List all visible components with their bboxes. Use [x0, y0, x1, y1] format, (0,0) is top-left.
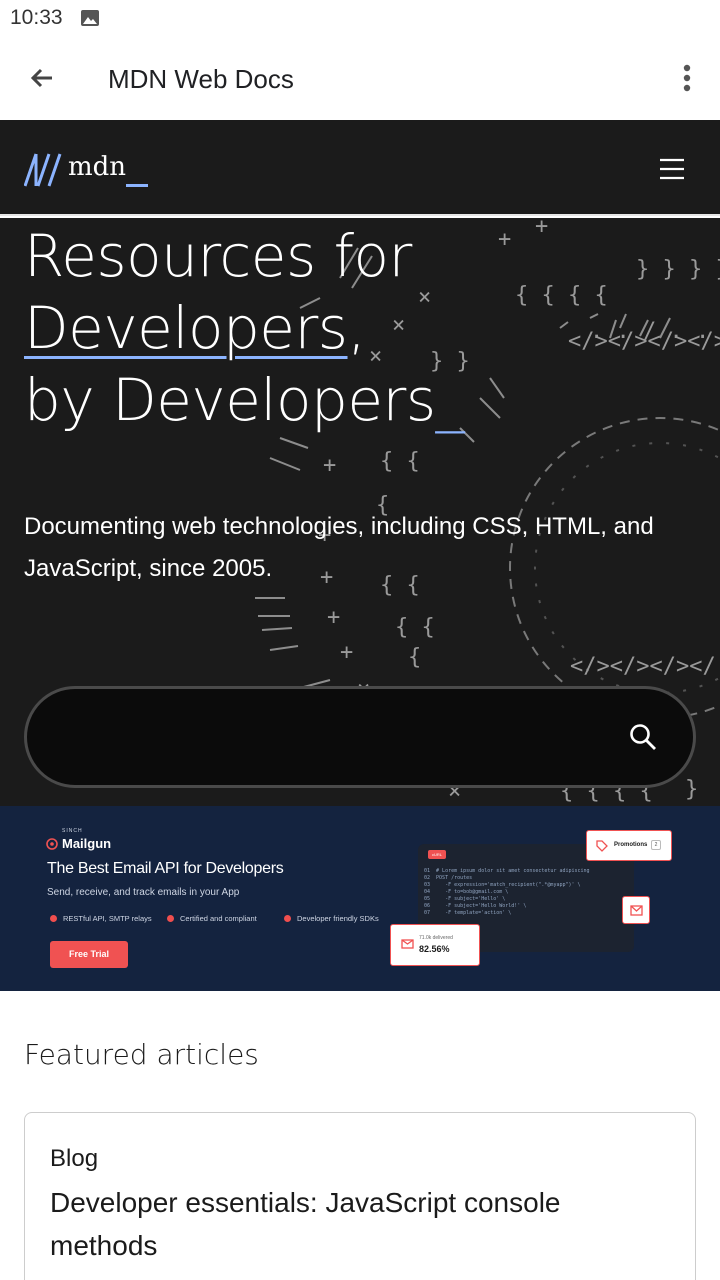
svg-text:</></></></: </></></></: [570, 654, 716, 679]
ad-mail-card: [622, 896, 650, 924]
ad-feature: Developer friendly SDKs: [284, 914, 379, 923]
ad-promotions-card: Promotions 2: [586, 830, 672, 861]
ad-delivered-value: 82.56%: [419, 944, 450, 954]
app-bar: MDN Web Docs: [0, 38, 720, 120]
svg-text:+: +: [340, 640, 353, 665]
more-vert-icon[interactable]: [672, 60, 702, 96]
app-title: MDN Web Docs: [108, 64, 294, 94]
hero-subtitle: Documenting web technologies, including …: [24, 513, 654, 582]
svg-text:}: }: [685, 777, 698, 802]
status-time: 10:33: [10, 6, 63, 29]
image-notification-icon: [81, 10, 99, 26]
check-icon: [284, 915, 291, 922]
mdn-logo-underscore: [126, 184, 148, 187]
featured-articles-heading: Featured articles: [24, 1038, 259, 1071]
hero-title-comma: ,: [347, 294, 366, 362]
check-icon: [50, 915, 57, 922]
ad-promotions-count: 2: [651, 840, 661, 850]
mailgun-ad-banner[interactable]: SINCH Mailgun The Best Email API for Dev…: [0, 806, 720, 991]
ad-feature: RESTful API, SMTP relays: [50, 914, 152, 923]
ad-subheadline: Send, receive, and track emails in your …: [47, 887, 240, 898]
mail-icon: [630, 905, 643, 916]
svg-text:{: {: [408, 645, 421, 670]
svg-text:} } } }: } } } }: [636, 257, 720, 282]
mdn-logo-text: mdn: [68, 152, 127, 182]
hero-title: Resources for Developers, by Developers_: [24, 220, 624, 436]
hero-title-line3: by Developers: [24, 366, 436, 434]
ad-feature: Certified and compliant: [167, 914, 257, 923]
menu-hamburger-icon[interactable]: [656, 154, 688, 184]
ad-code-lines: 01 # Lorem ipsum dolor sit amet consecte…: [424, 868, 590, 916]
svg-text:{ {: { {: [380, 449, 420, 474]
mailgun-logo-icon: [46, 838, 58, 850]
check-icon: [167, 915, 174, 922]
envelope-icon: [401, 939, 414, 949]
hero-section: ++ ××× +++ ++× ×× { { { {} } } } } }{ { …: [0, 218, 720, 806]
mdn-logo-mark-icon: [24, 153, 62, 187]
status-bar: 10:33: [0, 0, 720, 38]
search-input[interactable]: [24, 686, 696, 788]
back-arrow-icon[interactable]: [26, 62, 58, 94]
search-icon[interactable]: [629, 723, 657, 751]
hero-title-line1: Resources for: [24, 222, 412, 290]
svg-text:{ {: { {: [395, 615, 435, 640]
ad-feature-label: Certified and compliant: [180, 914, 257, 923]
ad-brand: Mailgun: [62, 836, 112, 851]
article-title[interactable]: Developer essentials: JavaScript console…: [50, 1181, 650, 1267]
tag-icon: [596, 840, 608, 852]
article-card[interactable]: Blog Developer essentials: JavaScript co…: [24, 1112, 696, 1280]
hero-title-cursor: _: [435, 366, 465, 434]
site-header: mdn: [0, 120, 720, 216]
article-tag[interactable]: Blog: [50, 1145, 98, 1173]
ad-feature-label: Developer friendly SDKs: [297, 914, 379, 923]
hero-title-developers: Developers: [24, 294, 348, 362]
ad-delivered-card: 71.0k delivered 82.56%: [390, 924, 480, 966]
svg-text:+: +: [323, 453, 336, 478]
svg-text:+: +: [327, 605, 340, 630]
ad-promotions-label: Promotions: [614, 842, 648, 848]
ad-brand-sup: SINCH: [62, 828, 83, 834]
ad-delivered-label: 71.0k delivered: [419, 935, 453, 941]
ad-headline: The Best Email API for Developers: [47, 860, 284, 877]
ad-code-tag: cURL: [428, 850, 446, 859]
ad-feature-label: RESTful API, SMTP relays: [63, 914, 152, 923]
free-trial-button[interactable]: Free Trial: [50, 941, 128, 968]
mdn-logo[interactable]: mdn: [24, 152, 164, 192]
